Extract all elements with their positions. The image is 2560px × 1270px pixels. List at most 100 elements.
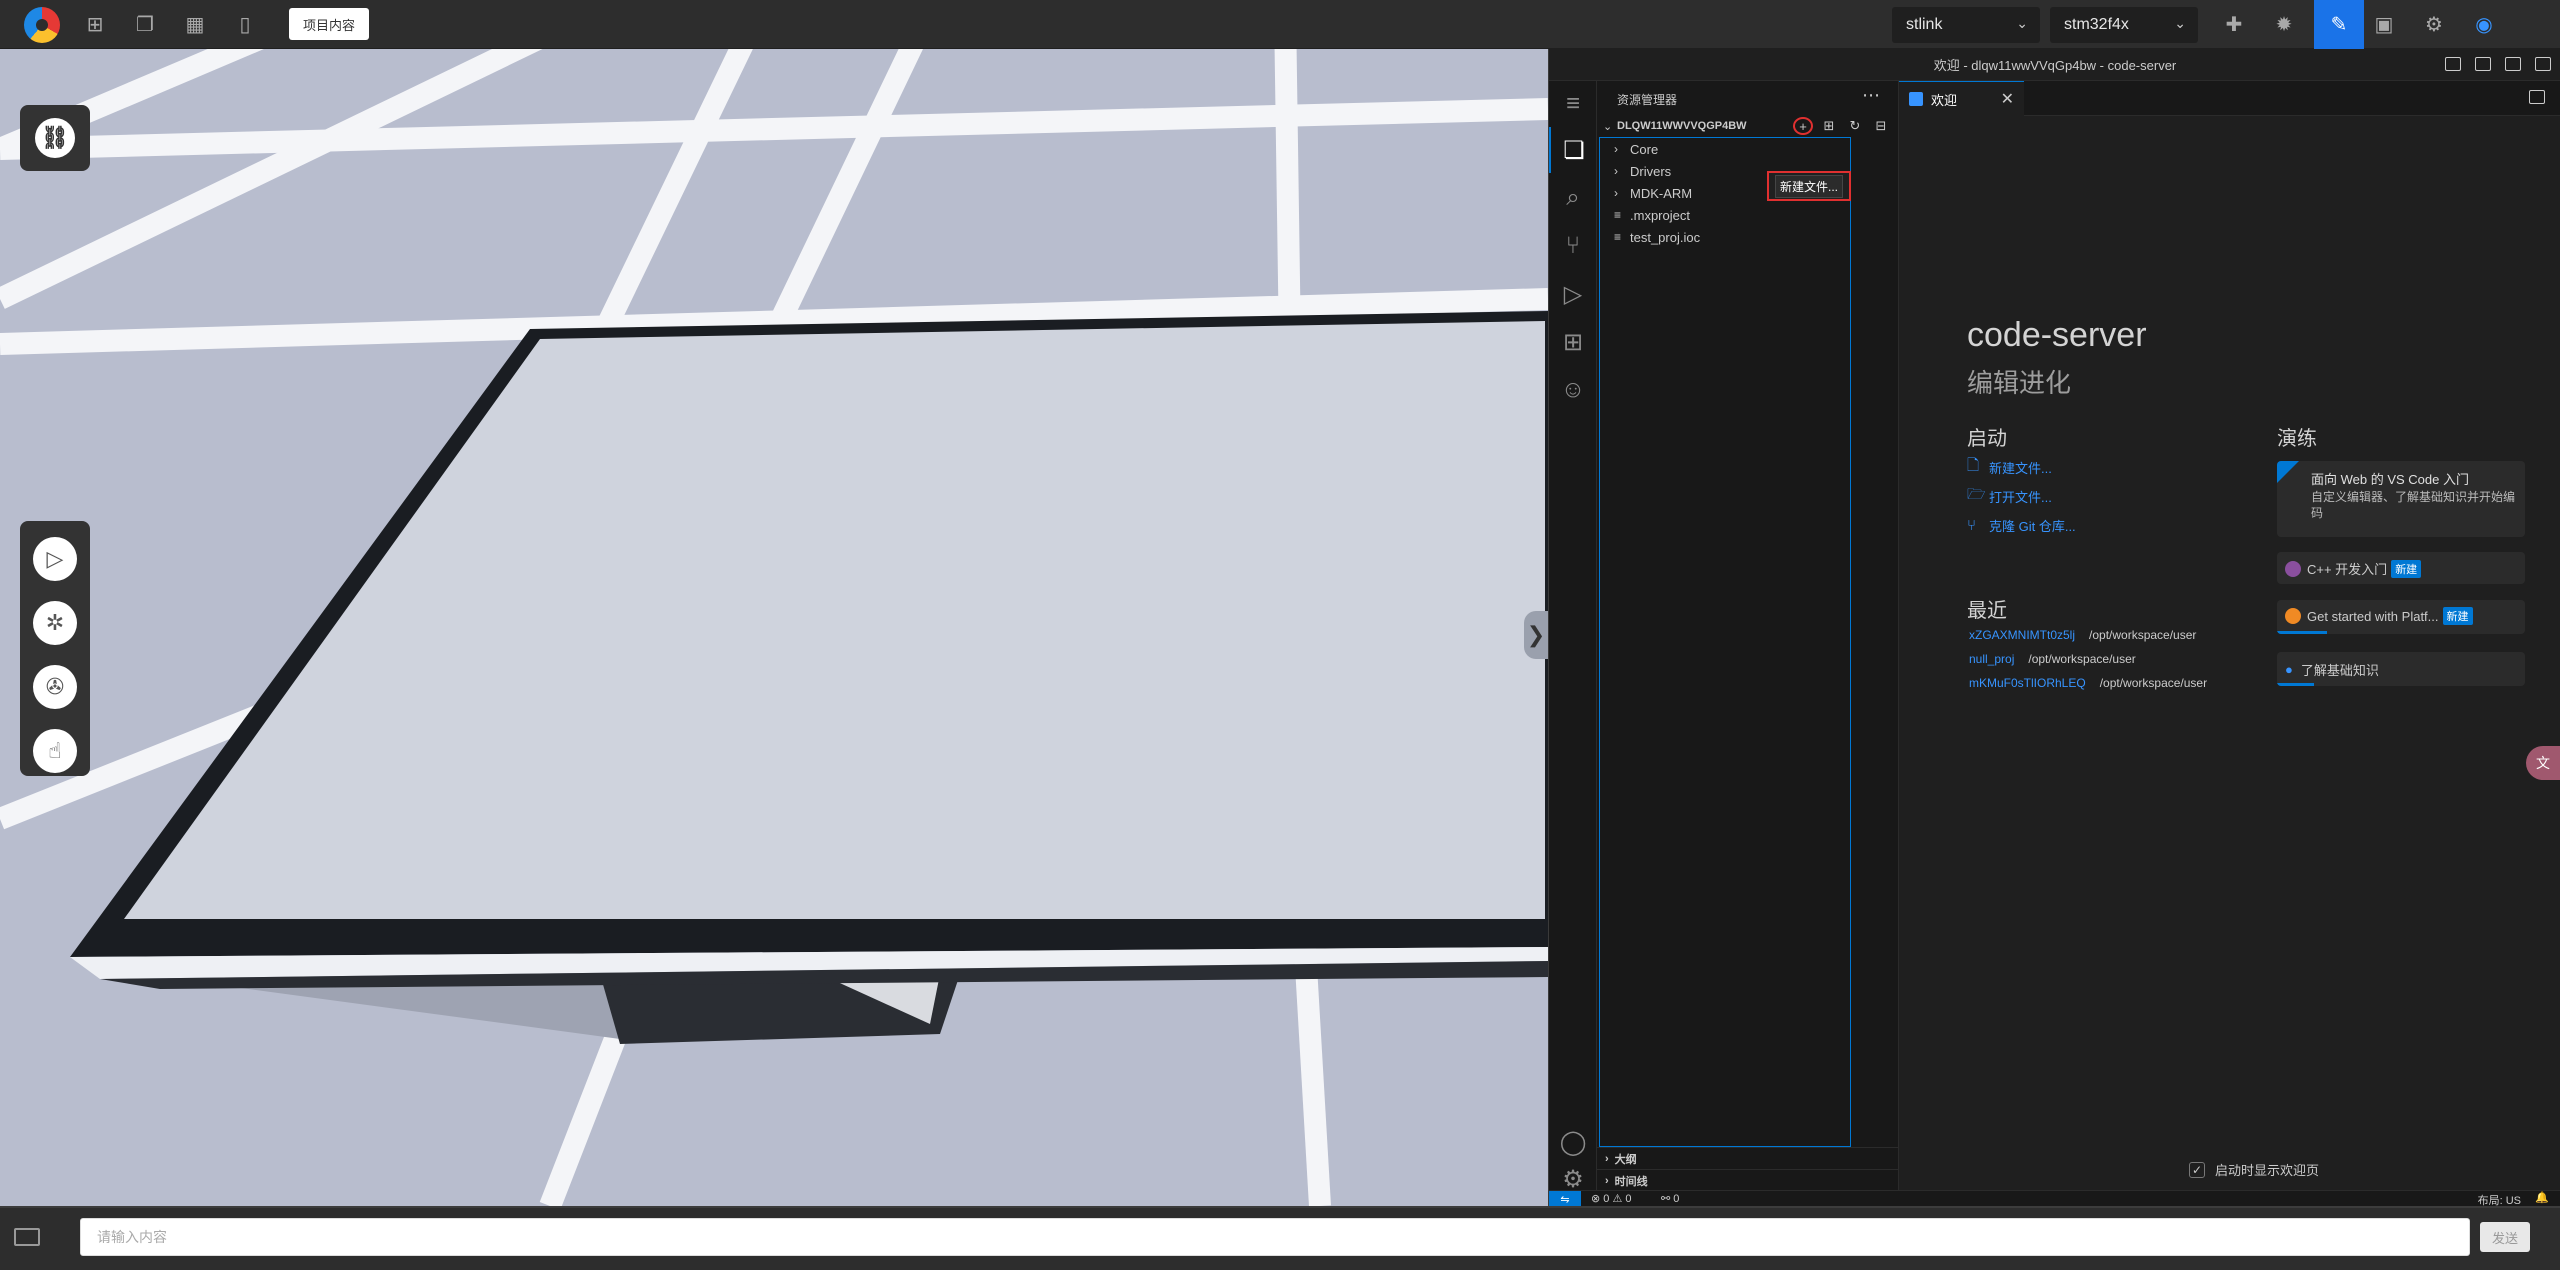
bug-icon[interactable]: ✹: [2270, 10, 2298, 38]
toggle-primary-sidebar-icon[interactable]: [2445, 57, 2461, 71]
send-button[interactable]: 发送: [2480, 1222, 2530, 1252]
chevron-down-icon: ⌄: [2174, 15, 2186, 31]
tree-item-core[interactable]: › Core: [1614, 138, 1658, 160]
search-icon[interactable]: ⌕: [1549, 175, 1597, 221]
new-file-icon[interactable]: +: [1793, 117, 1813, 135]
accounts-icon[interactable]: ◯: [1549, 1119, 1597, 1165]
panel-collapse-button[interactable]: ❯: [1524, 611, 1548, 659]
toggle-secondary-sidebar-icon[interactable]: [2505, 57, 2521, 71]
link-icon: ⛓: [35, 118, 75, 158]
problems-status[interactable]: ⊗ 0 ⚠ 0: [1591, 1192, 1631, 1205]
chevron-down-icon: ⌄: [1603, 120, 1613, 133]
customize-layout-icon[interactable]: [2535, 57, 2551, 71]
chat-input[interactable]: [80, 1218, 2470, 1256]
collapse-all-icon[interactable]: ⊟: [1871, 117, 1891, 135]
recent-heading: 最近: [1967, 600, 2007, 622]
remote-indicator-icon[interactable]: ⇋: [1549, 1191, 1581, 1207]
link-button[interactable]: ⛓: [20, 105, 90, 171]
debug-bug-icon[interactable]: ✲: [33, 601, 77, 645]
folder-add-icon[interactable]: ⊞: [81, 10, 109, 38]
more-actions-icon[interactable]: ⋯: [1862, 85, 1880, 106]
link-label: 克隆 Git 仓库...: [1989, 518, 2076, 534]
extensions-icon[interactable]: ⊞: [1549, 319, 1597, 365]
window-title: 欢迎 - dlqw11wwVVqGp4bw - code-server: [1549, 49, 2560, 81]
apps-icon[interactable]: ▦: [181, 10, 209, 38]
tree-item-mdk-arm[interactable]: › MDK-ARM: [1614, 182, 1692, 204]
open-file-link[interactable]: 🗁 打开文件...: [1967, 485, 2052, 507]
start-heading: 启动: [1967, 428, 2007, 450]
wrench-icon[interactable]: ✇: [33, 665, 77, 709]
new-file-link[interactable]: 🗋 新建文件...: [1967, 456, 2052, 478]
walkthrough-title: Get started with Platf...: [2307, 608, 2439, 624]
puzzle-icon[interactable]: ✚: [2220, 10, 2248, 38]
split-editor-icon[interactable]: [2529, 90, 2545, 104]
checkbox-checked-icon[interactable]: ✓: [2189, 1161, 2205, 1178]
bell-icon[interactable]: 🔔: [2535, 1191, 2549, 1204]
copy-icon[interactable]: ❐: [131, 10, 159, 38]
new-folder-icon[interactable]: ⊞: [1819, 117, 1839, 135]
tree-item-test-proj-ioc[interactable]: ≡ test_proj.ioc: [1614, 226, 1700, 248]
chevron-right-icon: ›: [1605, 1174, 1609, 1187]
source-control-icon[interactable]: ⑂: [1549, 223, 1597, 269]
recent-name[interactable]: mKMuF0sTlIORhLEQ: [1969, 676, 2086, 690]
explorer-sidebar: 资源管理器 ⋯ ⌄ DLQW11WWVVQGP4BW + ⊞ ↻ ⊟ › Cor…: [1597, 81, 1899, 1190]
recent-item[interactable]: xZGAXMNIMTt0z5lj /opt/workspace/user: [1969, 625, 2196, 645]
walkthrough-card-web[interactable]: 面向 Web 的 VS Code 入门 自定义编辑器、了解基础知识并开始编码: [2277, 461, 2525, 537]
close-icon[interactable]: ✕: [2001, 89, 2014, 109]
edit-icon[interactable]: ✎: [2314, 0, 2364, 49]
layout-controls: [2445, 57, 2551, 71]
walkthrough-title: C++ 开发入门: [2307, 562, 2388, 577]
settings-gear-icon[interactable]: ⚙: [1549, 1166, 1597, 1193]
tree-item-drivers[interactable]: › Drivers: [1614, 160, 1671, 182]
tree-item-label: MDK-ARM: [1630, 185, 1693, 201]
recent-name[interactable]: null_proj: [1969, 652, 2014, 666]
show-welcome-on-startup[interactable]: ✓ 启动时显示欢迎页: [2189, 1160, 2319, 1179]
translate-icon[interactable]: 文: [2526, 746, 2560, 780]
new-file-tooltip: 新建文件...: [1767, 171, 1851, 201]
tree-item-label: Core: [1630, 141, 1659, 157]
monitor-icon[interactable]: [10, 1224, 40, 1250]
platformio-icon[interactable]: ☺: [1549, 367, 1597, 413]
save-icon[interactable]: ▣: [2370, 10, 2398, 38]
walkthrough-desc: 自定义编辑器、了解基础知识并开始编码: [2311, 490, 2516, 520]
ports-status[interactable]: ⚯ 0: [1661, 1192, 1679, 1205]
toggle-panel-icon[interactable]: [2475, 57, 2491, 71]
tab-welcome[interactable]: 欢迎 ✕: [1899, 81, 2024, 116]
bottom-input-bar: 发送: [0, 1206, 2560, 1270]
recent-item[interactable]: null_proj /opt/workspace/user: [1969, 649, 2136, 669]
tree-item-label: test_proj.ioc: [1630, 229, 1701, 245]
clone-git-link[interactable]: ⑂ 克隆 Git 仓库...: [1967, 514, 2076, 536]
chevron-right-icon: ›: [1614, 164, 1618, 178]
project-content-button[interactable]: 项目内容: [289, 8, 369, 40]
walkthrough-card-platformio[interactable]: Get started with Platf... 新建: [2277, 600, 2525, 634]
debugger-select[interactable]: stlink ⌄: [1892, 7, 2040, 43]
cpp-icon: [2285, 560, 2301, 577]
book-icon[interactable]: ▯: [231, 10, 259, 38]
chip-select[interactable]: stm32f4x ⌄: [2050, 7, 2198, 43]
walkthrough-card-cpp[interactable]: C++ 开发入门 新建: [2277, 552, 2525, 584]
3d-viewport[interactable]: ⛓ ▷ ✲ ✇ ☝ ❯: [0, 49, 1548, 1206]
recent-name[interactable]: xZGAXMNIMTt0z5lj: [1969, 628, 2075, 642]
recent-item[interactable]: mKMuF0sTlIORhLEQ /opt/workspace/user: [1969, 673, 2207, 693]
show-welcome-label: 启动时显示欢迎页: [2215, 1163, 2320, 1178]
walkthrough-card-basics[interactable]: ● 了解基础知识: [2277, 652, 2525, 686]
user-icon[interactable]: ◉: [2470, 10, 2498, 38]
open-file-icon: 🗁: [1967, 485, 1986, 503]
refresh-icon[interactable]: ↻: [1845, 117, 1865, 135]
play-icon[interactable]: ▷: [33, 537, 77, 581]
outline-section[interactable]: › 大纲: [1597, 1147, 1899, 1169]
explorer-icon[interactable]: ❏: [1549, 127, 1597, 173]
activity-bar: ≡ ❏ ⌕ ⑂ ▷ ⊞ ☺ ◯ ⚙: [1549, 81, 1597, 1193]
walkthrough-progress: [2277, 683, 2315, 686]
link-label: 新建文件...: [1989, 460, 2052, 476]
workspace-folder-header[interactable]: ⌄ DLQW11WWVVQGP4BW + ⊞ ↻ ⊟: [1597, 115, 1899, 137]
tree-item-label: Drivers: [1630, 163, 1672, 179]
tree-item-mxproject[interactable]: ≡ .mxproject: [1614, 204, 1690, 226]
timeline-section[interactable]: › 时间线: [1597, 1169, 1899, 1191]
walkthrough-title: 面向 Web 的 VS Code 入门: [2311, 472, 2469, 487]
menu-icon[interactable]: ≡: [1549, 81, 1597, 127]
run-debug-icon[interactable]: ▷: [1549, 271, 1597, 317]
chip-icon[interactable]: ⚙: [2420, 10, 2448, 38]
chevron-right-icon: ›: [1614, 142, 1618, 156]
hand-pointer-icon[interactable]: ☝: [33, 729, 77, 773]
